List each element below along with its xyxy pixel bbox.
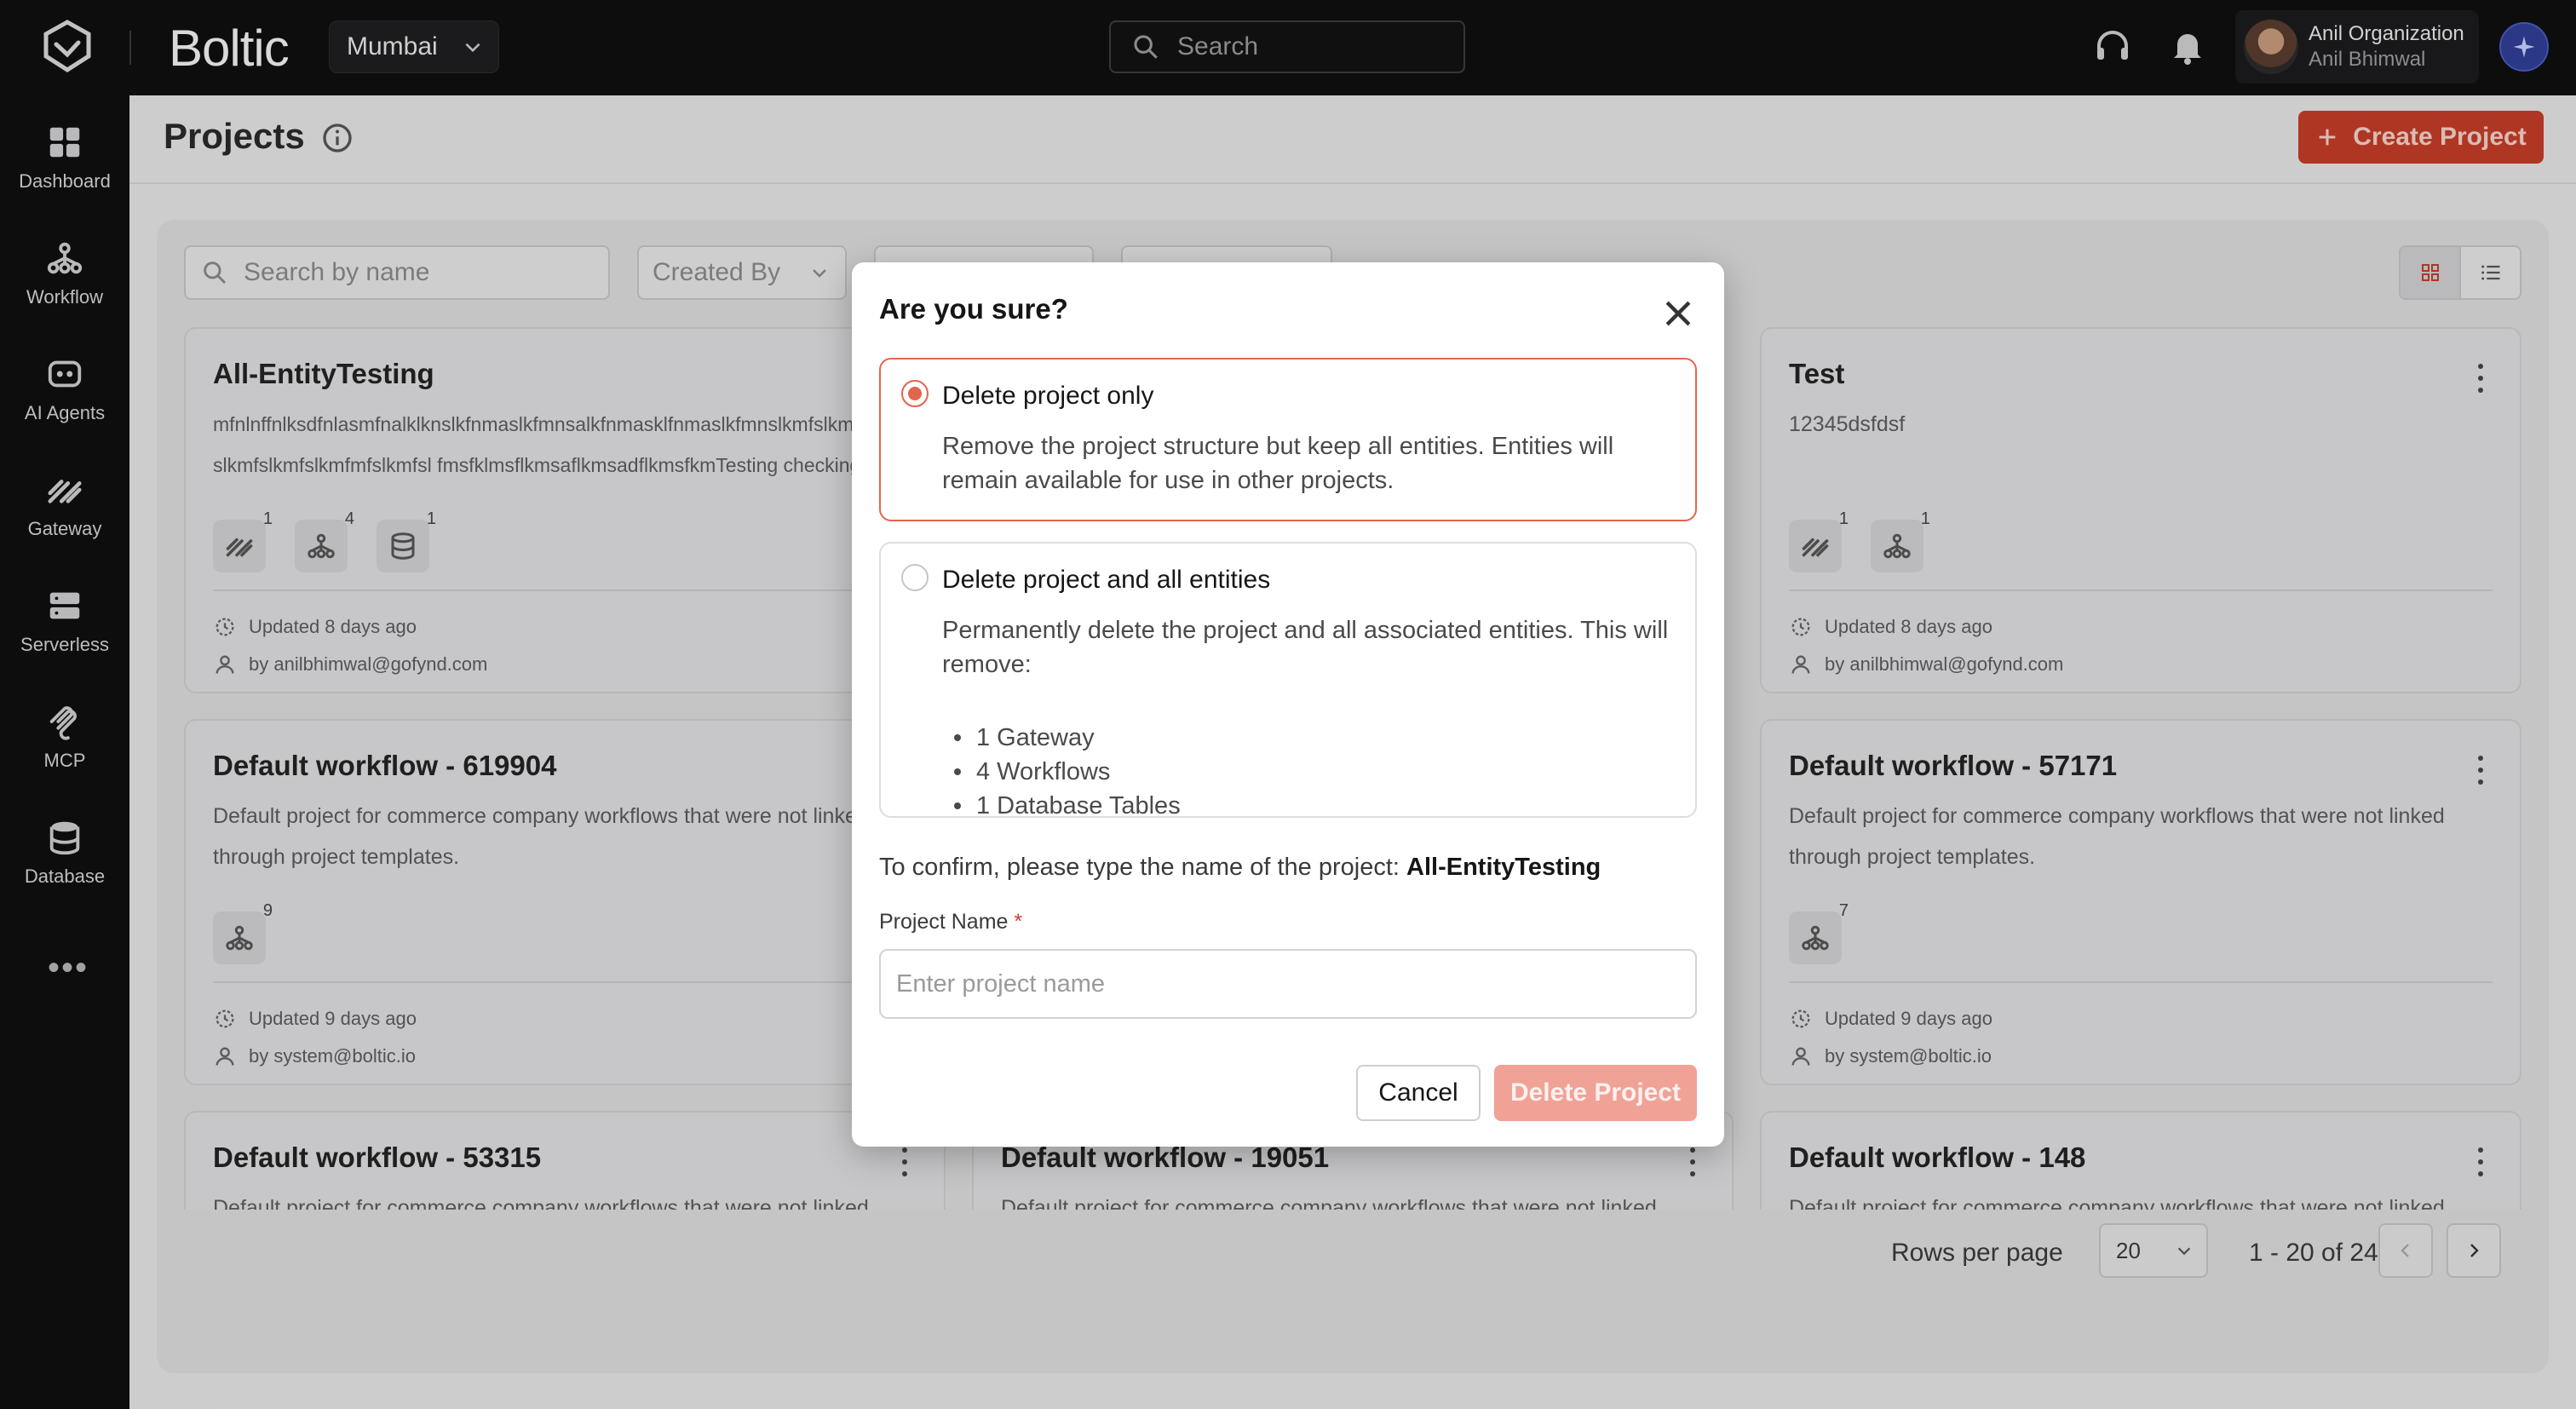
radio-delete-project-only[interactable] bbox=[901, 380, 929, 407]
project-name-input[interactable] bbox=[879, 949, 1697, 1019]
entity-list: 1 Gateway 4 Workflows 1 Database Tables bbox=[942, 721, 1181, 823]
list-item: 1 Database Tables bbox=[942, 789, 1181, 823]
option-title: Delete project only bbox=[942, 382, 1154, 410]
project-name-label-text: Project Name bbox=[879, 910, 1009, 934]
option-title: Delete project and all entities bbox=[942, 566, 1271, 594]
project-name-label: Project Name * bbox=[879, 910, 1022, 935]
dialog-title: Are you sure? bbox=[879, 293, 1068, 325]
confirm-project-name: All-EntityTesting bbox=[1406, 854, 1601, 881]
list-item: 4 Workflows bbox=[942, 755, 1181, 789]
cancel-button[interactable]: Cancel bbox=[1356, 1065, 1481, 1121]
confirm-instruction: To confirm, please type the name of the … bbox=[879, 854, 1601, 882]
delete-project-button[interactable]: Delete Project bbox=[1494, 1065, 1697, 1121]
option-delete-project-only[interactable]: Delete project only Remove the project s… bbox=[879, 358, 1697, 521]
option-delete-project-and-entities[interactable]: Delete project and all entities Permanen… bbox=[879, 542, 1697, 820]
radio-delete-project-and-entities[interactable] bbox=[901, 564, 929, 591]
close-icon[interactable] bbox=[1659, 295, 1697, 332]
required-marker: * bbox=[1014, 910, 1023, 934]
option-description: Remove the project structure but keep al… bbox=[942, 433, 1614, 494]
delete-project-dialog: Are you sure? Delete project only Remove… bbox=[852, 262, 1724, 1147]
list-item: 1 Gateway bbox=[942, 721, 1181, 755]
option-description: Permanently delete the project and all a… bbox=[942, 617, 1669, 678]
confirm-prefix: To confirm, please type the name of the … bbox=[879, 854, 1400, 881]
